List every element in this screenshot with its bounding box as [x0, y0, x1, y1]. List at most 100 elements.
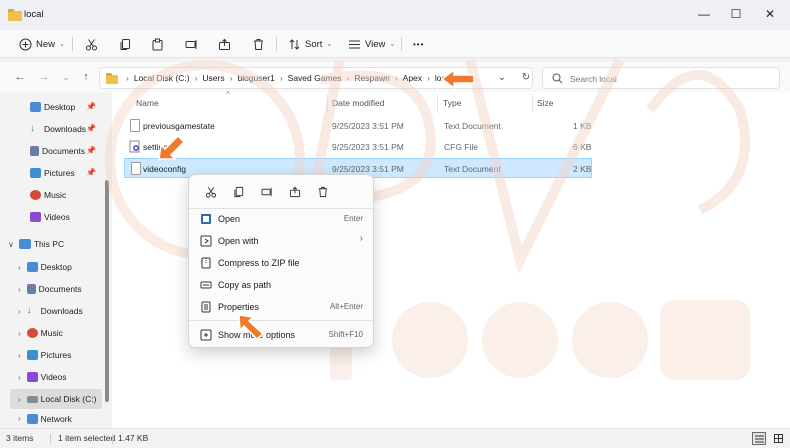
menu-item-label: Open with: [218, 236, 259, 246]
share-button[interactable]: [287, 185, 303, 201]
text-file-icon: [130, 119, 140, 132]
sidebar-item-pc-videos[interactable]: › Videos: [18, 367, 104, 387]
delete-button[interactable]: [251, 34, 265, 54]
sidebar-item-local-disk[interactable]: › Local Disk (C:): [10, 389, 102, 409]
maximize-button[interactable]: ☐: [722, 4, 750, 24]
sort-button[interactable]: Sort ⌄: [287, 34, 332, 54]
cut-button[interactable]: [203, 185, 219, 201]
back-button[interactable]: ←: [11, 68, 29, 86]
sidebar-item-label: Downloads: [40, 306, 83, 316]
sidebar-item-videos[interactable]: Videos: [30, 207, 104, 227]
column-header-name[interactable]: Name: [136, 98, 159, 108]
search-input[interactable]: Search local: [542, 67, 780, 89]
scrollbar-thumb[interactable]: [105, 180, 109, 402]
minimize-button[interactable]: —: [690, 4, 718, 24]
cut-button[interactable]: [84, 34, 98, 54]
breadcrumb-item[interactable]: Apex: [403, 73, 422, 83]
rename-icon: [184, 37, 198, 51]
item-count: 3 items: [6, 433, 34, 443]
sidebar-item-documents[interactable]: Documents 📌: [30, 141, 104, 161]
recent-locations-button[interactable]: ⌄: [57, 68, 75, 86]
file-name: settings: [143, 142, 173, 152]
breadcrumb-item[interactable]: bloguser1: [237, 73, 274, 83]
tiles-view-icon[interactable]: [771, 432, 785, 445]
status-divider: [112, 434, 113, 444]
sidebar-item-pc-desktop[interactable]: › Desktop: [18, 257, 104, 277]
copy-button[interactable]: [231, 185, 247, 201]
search-icon: [552, 73, 563, 86]
cut-icon: [205, 186, 217, 200]
arrow-up-icon: ↑: [83, 71, 89, 83]
chevron-down-icon: ⌄: [326, 41, 333, 48]
sidebar-item-pc-pictures[interactable]: › Pictures: [18, 345, 104, 365]
copy-button[interactable]: [118, 34, 132, 54]
view-button[interactable]: View ⌄: [347, 34, 395, 54]
crumb-separator: ›: [394, 73, 398, 83]
computer-icon: [18, 239, 31, 249]
menu-item-show-more-options[interactable]: Show more options Shift+F10: [193, 324, 369, 346]
breadcrumb-item[interactable]: local: [435, 73, 452, 83]
address-bar[interactable]: › Local Disk (C:) › Users › bloguser1 › …: [99, 67, 533, 89]
share-button[interactable]: [217, 34, 231, 54]
breadcrumb-item[interactable]: Respawn: [354, 73, 389, 83]
chevron-down-icon: ⌄: [62, 71, 70, 82]
breadcrumb-item[interactable]: Local Disk (C:): [134, 73, 190, 83]
table-row[interactable]: settings 9/25/2023 3:51 PM CFG File 6 KB: [124, 137, 592, 157]
file-name: previousgamestate: [143, 121, 215, 131]
sidebar-item-label: Documents: [38, 284, 82, 294]
toolbar-divider: [276, 37, 277, 51]
paste-button[interactable]: [150, 34, 164, 54]
arrow-left-icon: ←: [14, 71, 26, 83]
breadcrumb-item[interactable]: Users: [202, 73, 224, 83]
sidebar-item-music[interactable]: Music: [30, 185, 104, 205]
sidebar-item-desktop[interactable]: Desktop 📌: [30, 97, 104, 117]
navigation-pane: Desktop 📌 ↓ Downloads 📌 Documents 📌 Pict…: [0, 92, 112, 428]
copy-icon: [233, 186, 245, 200]
menu-item-open-with[interactable]: Open with ›: [193, 230, 369, 252]
sidebar-item-pc-documents[interactable]: › Documents: [18, 279, 104, 299]
open-icon: [200, 213, 212, 225]
menu-item-properties[interactable]: Properties Alt+Enter: [193, 296, 369, 318]
new-button[interactable]: New ⌄: [18, 34, 65, 54]
zip-icon: [200, 257, 212, 269]
rename-button[interactable]: [184, 34, 198, 54]
file-type: Text Document: [444, 164, 501, 174]
pin-icon: 📌: [86, 146, 96, 155]
column-header-date[interactable]: Date modified: [332, 98, 384, 108]
sidebar-scrollbar[interactable]: [104, 92, 110, 410]
menu-item-shortcut: Alt+Enter: [329, 302, 363, 311]
breadcrumb-item[interactable]: Saved Games: [288, 73, 342, 83]
folder-icon: [106, 73, 118, 84]
sidebar-item-downloads[interactable]: ↓ Downloads 📌: [30, 119, 104, 139]
up-button[interactable]: ↑: [77, 68, 95, 86]
forward-button[interactable]: →: [35, 68, 53, 86]
close-button[interactable]: ✕: [756, 4, 784, 24]
view-icon: [347, 37, 361, 51]
videos-icon: [30, 212, 41, 222]
trash-icon: [317, 186, 329, 200]
menu-item-open[interactable]: Open Enter: [193, 208, 369, 230]
desktop-icon: [30, 102, 41, 112]
address-dropdown-button[interactable]: ⌄: [493, 68, 511, 86]
selection-count: 1 item selected: [58, 433, 116, 443]
sidebar-item-pictures[interactable]: Pictures 📌: [30, 163, 104, 183]
details-view-icon[interactable]: [752, 432, 766, 445]
plus-circle-icon: [18, 37, 32, 51]
column-header-size[interactable]: Size: [537, 98, 554, 108]
delete-button[interactable]: [315, 185, 331, 201]
table-row[interactable]: previousgamestate 9/25/2023 3:51 PM Text…: [124, 116, 592, 136]
sidebar-item-network[interactable]: › Network: [18, 414, 104, 428]
column-header-type[interactable]: Type: [443, 98, 461, 108]
new-label: New: [36, 38, 56, 50]
sidebar-item-pc-downloads[interactable]: › ↓ Downloads: [18, 301, 104, 321]
downloads-icon: ↓: [26, 305, 32, 316]
refresh-button[interactable]: ↻: [517, 68, 535, 86]
file-type: Text Document: [444, 121, 501, 131]
menu-item-copy-as-path[interactable]: Copy as path: [193, 274, 369, 296]
more-options-button[interactable]: •••: [413, 34, 424, 54]
sidebar-item-this-pc[interactable]: ∨ This PC: [8, 234, 104, 254]
chevron-right-icon: ›: [18, 284, 21, 294]
rename-button[interactable]: [259, 185, 275, 201]
sidebar-item-pc-music[interactable]: › Music: [18, 323, 104, 343]
menu-item-compress[interactable]: Compress to ZIP file: [193, 252, 369, 274]
